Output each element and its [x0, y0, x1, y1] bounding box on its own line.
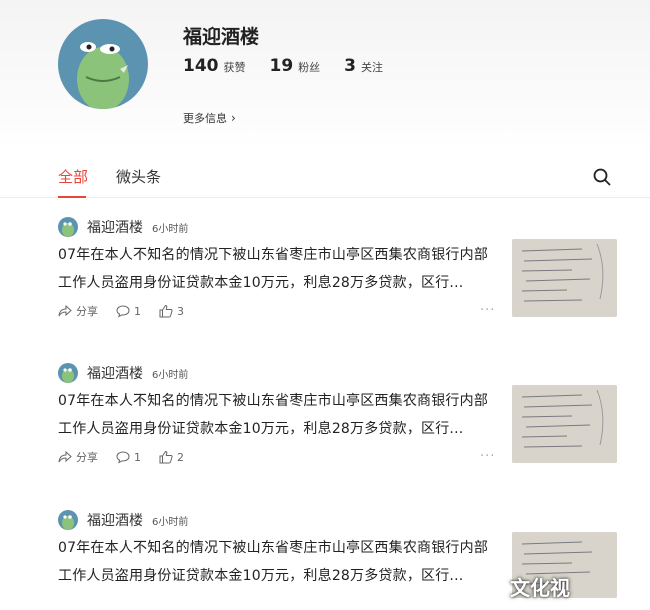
stat-followers[interactable]: 19 粉丝 [270, 56, 321, 76]
post-actions: 分享 1 3 [58, 303, 202, 319]
thumbs-up-icon [159, 450, 173, 464]
comment-button[interactable]: 1 [116, 304, 141, 318]
search-button[interactable] [592, 167, 612, 187]
watermark-logo: 文化视 [510, 576, 570, 600]
post-author: 福迎酒楼 6小时前 [58, 363, 188, 383]
profile-name: 福迎酒楼 [183, 26, 260, 48]
post-item[interactable]: 福迎酒楼 6小时前 07年在本人不知名的情况下被山东省枣庄市山亭区西集农商银行内… [0, 217, 650, 363]
comment-icon [116, 451, 130, 464]
comment-count: 1 [134, 450, 141, 464]
author-avatar[interactable] [58, 217, 78, 237]
stat-likes-label: 获赞 [223, 61, 246, 74]
author-avatar[interactable] [58, 510, 78, 530]
search-icon [593, 168, 611, 186]
post-item[interactable]: 福迎酒楼 6小时前 07年在本人不知名的情况下被山东省枣庄市山亭区西集农商银行内… [0, 363, 650, 509]
avatar[interactable] [58, 19, 148, 109]
post-thumbnail[interactable] [512, 239, 617, 317]
monster-avatar-icon [62, 368, 74, 383]
post-time: 6小时前 [152, 516, 189, 528]
share-button[interactable]: 分享 [58, 449, 98, 465]
chevron-right-icon: › [231, 111, 236, 125]
share-button[interactable]: 分享 [58, 303, 98, 319]
stat-following[interactable]: 3 关注 [344, 56, 383, 76]
stat-followers-count: 19 [269, 56, 294, 76]
comment-icon [116, 305, 130, 318]
share-label: 分享 [76, 305, 98, 318]
stat-followers-label: 粉丝 [298, 61, 321, 74]
post-text[interactable]: 07年在本人不知名的情况下被山东省枣庄市山亭区西集农商银行内部工作人员盗用身份证… [58, 534, 498, 590]
tab-bar: 全部 微头条 [0, 158, 650, 198]
post-author: 福迎酒楼 6小时前 [58, 510, 188, 530]
stat-likes[interactable]: 140 获赞 [183, 56, 246, 76]
more-info-link[interactable]: 更多信息 › [183, 110, 236, 126]
post-text[interactable]: 07年在本人不知名的情况下被山东省枣庄市山亭区西集农商银行内部工作人员盗用身份证… [58, 241, 498, 297]
tab-micro-headlines[interactable]: 微头条 [116, 166, 161, 187]
stat-following-label: 关注 [361, 61, 384, 74]
more-options-icon[interactable]: ··· [480, 449, 495, 464]
post-actions: 分享 1 2 [58, 449, 202, 465]
comment-count: 1 [134, 304, 141, 318]
like-button[interactable]: 2 [159, 450, 184, 464]
author-name[interactable]: 福迎酒楼 [87, 363, 143, 383]
more-options-icon[interactable]: ··· [480, 303, 495, 318]
comment-button[interactable]: 1 [116, 450, 141, 464]
author-name[interactable]: 福迎酒楼 [87, 510, 143, 530]
post-time: 6小时前 [152, 369, 189, 381]
like-count: 2 [177, 450, 184, 464]
like-button[interactable]: 3 [159, 304, 184, 318]
post-text[interactable]: 07年在本人不知名的情况下被山东省枣庄市山亭区西集农商银行内部工作人员盗用身份证… [58, 387, 498, 443]
post-thumbnail[interactable] [512, 385, 617, 463]
post-author: 福迎酒楼 6小时前 [58, 217, 188, 237]
share-label: 分享 [76, 451, 98, 464]
monster-avatar-icon [62, 515, 74, 530]
author-avatar[interactable] [58, 363, 78, 383]
monster-avatar-icon [77, 42, 129, 109]
thumbs-up-icon [159, 304, 173, 318]
stat-following-count: 3 [344, 56, 357, 76]
profile-header: 福迎酒楼 140 获赞 19 粉丝 3 关注 更多信息 › [0, 0, 650, 150]
handwritten-document-image [512, 385, 617, 463]
share-icon [58, 450, 72, 463]
monster-avatar-icon [62, 222, 74, 237]
active-tab-indicator [58, 196, 86, 198]
share-icon [58, 304, 72, 317]
handwritten-document-image [512, 239, 617, 317]
stat-likes-count: 140 [183, 56, 219, 76]
more-info-label: 更多信息 [183, 112, 227, 125]
tab-all[interactable]: 全部 [58, 166, 88, 187]
author-name[interactable]: 福迎酒楼 [87, 217, 143, 237]
profile-stats: 140 获赞 19 粉丝 3 关注 [183, 56, 407, 76]
like-count: 3 [177, 304, 184, 318]
post-time: 6小时前 [152, 223, 189, 235]
